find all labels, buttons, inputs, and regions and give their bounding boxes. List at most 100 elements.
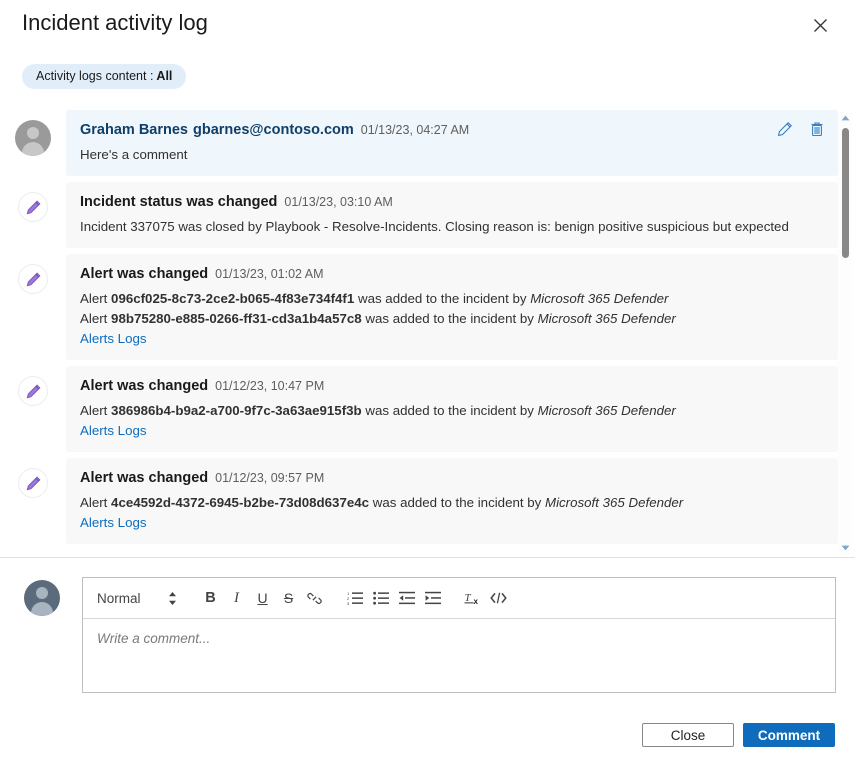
alert-middle: was added to the incident by: [358, 291, 527, 306]
page-title: Incident activity log: [22, 10, 208, 36]
activity-logs-content-filter[interactable]: Activity logs content : All: [22, 64, 186, 89]
delete-comment-button[interactable]: [808, 120, 826, 138]
pencil-icon: [25, 383, 42, 400]
activity-detail: Incident 337075 was closed by Playbook -…: [80, 217, 824, 236]
activity-title: Alert was changed: [80, 266, 208, 282]
comment-entry-body: Graham Barnes gbarnes@contoso.com 01/13/23…: [66, 110, 838, 176]
alert-actor: Microsoft 365 Defender: [538, 311, 676, 326]
activity-timestamp: 01/12/23, 09:57 PM: [215, 471, 324, 485]
comment-placeholder: Write a comment...: [97, 631, 210, 646]
italic-button[interactable]: I: [224, 585, 250, 611]
activity-icon-badge: [18, 376, 48, 406]
italic-icon: I: [234, 590, 239, 607]
alert-actor: Microsoft 365 Defender: [545, 495, 683, 510]
link-button[interactable]: [302, 585, 328, 611]
alert-middle: was added to the incident by: [373, 495, 542, 510]
comment-composer: Normal B I U S: [24, 577, 836, 693]
alerts-logs-link[interactable]: Alerts Logs: [80, 331, 147, 346]
comment-text: Here's a comment: [80, 145, 824, 164]
activity-icon-badge: [18, 192, 48, 222]
alerts-logs-link[interactable]: Alerts Logs: [80, 423, 147, 438]
section-divider: [0, 557, 855, 558]
bold-button[interactable]: B: [198, 585, 224, 611]
activity-log-scrollbar[interactable]: [838, 112, 852, 554]
trash-icon: [809, 121, 825, 137]
comment-author-email: gbarnes@contoso.com: [193, 122, 354, 138]
pencil-icon: [25, 199, 42, 216]
alert-prefix: Alert: [80, 495, 107, 510]
filter-label: Activity logs content :: [36, 69, 153, 83]
alert-id: 096cf025-8c73-2ce2-b065-4f83e734f4f1: [111, 291, 354, 306]
activity-timestamp: 01/13/23, 03:10 AM: [284, 195, 392, 209]
entry-icon-column: [0, 458, 66, 544]
strikethrough-icon: S: [284, 590, 293, 606]
comment-editor: Normal B I U S: [82, 577, 836, 693]
incident-activity-log-panel: Incident activity log Activity logs cont…: [0, 0, 855, 767]
scroll-up-button[interactable]: [838, 112, 852, 124]
editor-toolbar: Normal B I U S: [83, 578, 835, 619]
activity-title: Alert was changed: [80, 470, 208, 486]
indent-icon: [425, 591, 441, 605]
svg-text:3: 3: [347, 601, 350, 605]
activity-timestamp: 01/13/23, 01:02 AM: [215, 267, 323, 281]
pencil-icon: [777, 121, 793, 137]
outdent-icon: [399, 591, 415, 605]
activity-entry-body: Alert was changed 01/12/23, 09:57 PM Aler…: [66, 458, 838, 544]
code-button[interactable]: [486, 585, 512, 611]
code-icon: [490, 591, 507, 605]
clear-formatting-button[interactable]: T x: [460, 585, 486, 611]
entry-icon-column: [0, 110, 66, 176]
close-button[interactable]: Close: [642, 723, 734, 747]
comment-author: Graham Barnes: [80, 122, 188, 138]
comment-timestamp: 01/13/23, 04:27 AM: [361, 123, 469, 137]
close-icon: [813, 18, 828, 33]
entry-icon-column: [0, 366, 66, 452]
scroll-up-arrow-icon: [841, 115, 850, 121]
alert-middle: was added to the incident by: [365, 311, 534, 326]
alert-prefix: Alert: [80, 403, 107, 418]
filter-bar: Activity logs content : All: [22, 64, 186, 89]
bullet-list-icon: [373, 591, 389, 605]
underline-button[interactable]: U: [250, 585, 276, 611]
close-panel-button[interactable]: [809, 14, 831, 36]
activity-entry-body: Alert was changed 01/12/23, 10:47 PM Aler…: [66, 366, 838, 452]
activity-title: Alert was changed: [80, 378, 208, 394]
clear-format-icon: T x: [464, 590, 482, 606]
panel-footer: Close Comment: [642, 723, 835, 747]
ordered-list-button[interactable]: 1 2 3: [342, 585, 368, 611]
activity-entry-body: Incident status was changed01/13/23, 03:…: [66, 182, 838, 248]
alert-id: 4ce4592d-4372-6945-b2be-73d08d637e4c: [111, 495, 369, 510]
activity-log-list[interactable]: Graham Barnes gbarnes@contoso.com 01/13/23…: [0, 110, 855, 556]
activity-detail: Alert 096cf025-8c73-2ce2-b065-4f83e734f4…: [80, 289, 824, 308]
outdent-button[interactable]: [394, 585, 420, 611]
activity-entry-body: Alert was changed 01/13/23, 01:02 AM Aler…: [66, 254, 838, 360]
scrollbar-thumb[interactable]: [842, 128, 849, 258]
pencil-icon: [25, 271, 42, 288]
list-item: Alert was changed 01/12/23, 09:57 PM Aler…: [0, 458, 838, 544]
underline-icon: U: [257, 590, 267, 606]
bullet-list-button[interactable]: [368, 585, 394, 611]
panel-header: Incident activity log: [0, 0, 855, 52]
list-item: Alert was changed 01/13/23, 01:02 AM Aler…: [0, 254, 838, 360]
ordered-list-icon: 1 2 3: [347, 591, 363, 605]
list-item: Graham Barnes gbarnes@contoso.com 01/13/23…: [0, 110, 838, 176]
alert-middle: was added to the incident by: [365, 403, 534, 418]
indent-button[interactable]: [420, 585, 446, 611]
activity-timestamp: 01/12/23, 10:47 PM: [215, 379, 324, 393]
edit-comment-button[interactable]: [776, 120, 794, 138]
scroll-down-button[interactable]: [838, 542, 852, 554]
avatar: [15, 120, 51, 156]
entry-icon-column: [0, 254, 66, 360]
alerts-logs-link[interactable]: Alerts Logs: [80, 515, 147, 530]
strikethrough-button[interactable]: S: [276, 585, 302, 611]
svg-text:x: x: [473, 597, 478, 606]
list-item: Incident status was changed01/13/23, 03:…: [0, 182, 838, 248]
chevron-updown-icon: [167, 591, 178, 606]
activity-detail: Alert 386986b4-b9a2-a700-9f7c-3a63ae915f…: [80, 401, 824, 420]
activity-icon-badge: [18, 264, 48, 294]
text-style-select[interactable]: Normal: [97, 591, 178, 606]
alert-id: 98b75280-e885-0266-ff31-cd3a1b4a57c8: [111, 311, 362, 326]
comment-input[interactable]: Write a comment...: [83, 619, 835, 692]
comment-button[interactable]: Comment: [743, 723, 835, 747]
text-style-select-value: Normal: [97, 591, 141, 606]
